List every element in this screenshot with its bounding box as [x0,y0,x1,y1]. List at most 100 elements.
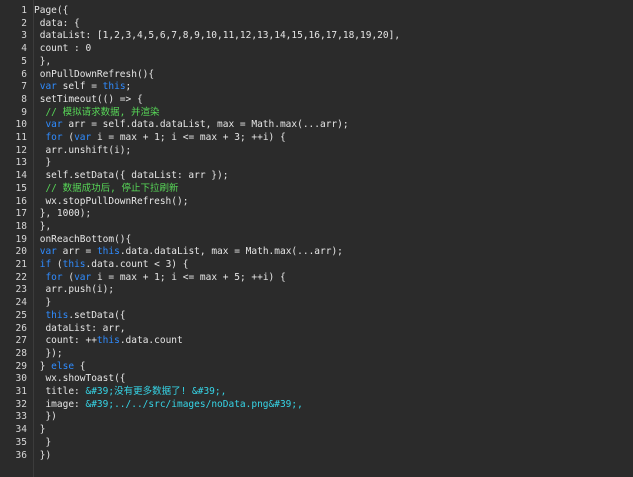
line-number: 34 [15,424,27,436]
code-line[interactable]: onReachBottom(){ [34,234,633,247]
code-token: }) [34,411,57,423]
code-line[interactable]: count : 0 [34,43,633,56]
comment-token: // 模拟请求数据, 并渲染 [34,106,160,118]
code-line[interactable]: } [34,157,633,170]
code-line[interactable]: if (this.data.count < 3) { [34,259,633,272]
code-line[interactable]: // 数据成功后, 停止下拉刷新 [34,183,633,196]
line-number: 5 [21,55,27,67]
code-line[interactable]: // 模拟请求数据, 并渲染 [34,107,633,120]
code-token: self.setData({ dataList: arr }); [34,170,229,182]
line-number: 14 [15,170,27,182]
code-token: ( [51,259,63,270]
code-token: count : 0 [34,43,92,55]
line-number: 7 [21,81,27,93]
line-number: 29 [15,360,27,372]
line-number: 31 [15,386,27,397]
code-token: onPullDownRefresh(){ [34,68,155,80]
code-line[interactable]: self.setData({ dataList: arr }); [34,170,633,183]
code-line[interactable]: wx.stopPullDownRefresh(); [34,196,633,209]
code-line[interactable]: } [34,424,633,437]
code-line[interactable]: var arr = self.data.dataList, max = Math… [34,119,633,132]
code-line[interactable]: arr.push(i); [34,284,633,297]
line-number: 2 [21,17,27,29]
line-number: 28 [15,347,27,359]
code-token: .data.dataList, max = Math.max(...arr); [119,246,343,258]
code-token: ( [62,271,75,283]
line-number: 15 [15,182,27,194]
code-line[interactable]: dataList: [1,2,3,4,5,6,7,8,9,10,11,12,13… [34,30,633,43]
code-token: count: ++ [34,335,97,347]
code-line[interactable]: setTimeout(() => { [34,94,633,107]
code-token: arr.push(i); [34,284,115,296]
code-token: } [34,436,52,448]
line-number: 8 [21,93,27,105]
line-number: 33 [15,411,27,423]
code-token: .setData({ [68,309,126,321]
code-line[interactable]: }, 1000); [34,208,633,221]
code-area[interactable]: Page({ data: { dataList: [1,2,3,4,5,6,7,… [34,0,633,477]
code-token: }, [34,220,52,232]
code-line[interactable]: image: &#39;../../src/images/noData.png&… [34,399,633,412]
code-line[interactable]: }); [34,348,633,361]
line-number: 27 [15,335,27,347]
keyword-token: this [34,309,69,321]
code-token: image: [34,398,86,410]
comment-token: // 数据成功后, 停止下拉刷新 [34,182,179,194]
code-line[interactable]: onPullDownRefresh(){ [34,69,633,82]
code-line[interactable]: count: ++this.data.count [34,335,633,348]
line-number: 30 [15,373,27,385]
code-line[interactable]: Page({ [34,5,633,18]
code-line[interactable]: data: { [34,18,633,31]
code-line[interactable]: for (var i = max + 1; i <= max + 3; ++i)… [34,132,633,145]
code-line[interactable]: } [34,297,633,310]
code-token: arr = [56,246,97,258]
keyword-token: else [51,360,75,372]
line-number: 11 [15,132,27,143]
code-token: } [34,157,52,169]
keyword-token: var [34,119,63,131]
code-line[interactable]: arr.unshift(i); [34,145,633,158]
keyword-token: if [34,259,52,270]
code-token: arr.unshift(i); [34,144,132,156]
code-line[interactable]: dataList: arr, [34,323,633,336]
line-number: 20 [15,246,27,258]
keyword-token: var [74,271,92,283]
code-token: .data.count < 3) { [85,259,189,270]
line-number: 21 [15,259,27,270]
code-line[interactable]: }) [34,411,633,424]
code-line[interactable]: for (var i = max + 1; i <= max + 5; ++i)… [34,272,633,285]
code-token: dataList: [1,2,3,4,5,6,7,8,9,10,11,12,13… [34,30,401,42]
code-token: i = max + 1; i <= max + 3; ++i) { [91,132,286,143]
line-number: 25 [15,309,27,321]
code-token: .data.count [119,335,183,347]
keyword-token: for [34,132,63,143]
line-number: 9 [21,106,27,118]
code-line[interactable]: }, [34,221,633,234]
line-number: 35 [15,436,27,448]
line-number: 17 [15,208,27,220]
line-number: 4 [21,43,27,55]
line-number: 26 [15,322,27,334]
code-token: Page({ [34,5,69,16]
code-line[interactable]: } [34,437,633,450]
code-token: setTimeout(() => { [34,93,143,105]
code-token: onReachBottom(){ [34,233,132,245]
keyword-token: var [34,246,57,258]
code-token: title: [34,386,86,397]
code-line[interactable]: this.setData({ [34,310,633,323]
code-line[interactable]: title: &#39;没有更多数据了! &#39;, [34,386,633,399]
line-number: 19 [15,233,27,245]
line-number: 12 [15,144,27,156]
code-editor[interactable]: 1 2 3 4 5 6 7 8 9 10 11 12 13 14 15 16 17 18 19 20 21 22 23 24 2… [0,0,633,477]
code-token: { [74,360,86,372]
code-token: dataList: arr, [34,322,126,334]
code-line[interactable]: wx.showToast({ [34,373,633,386]
code-line[interactable]: var self = this; [34,81,633,94]
code-line[interactable]: } else { [34,361,633,374]
code-line[interactable]: var arr = this.data.dataList, max = Math… [34,246,633,259]
code-token: ; [125,81,132,93]
line-number: 13 [15,157,27,169]
code-line[interactable]: }) [34,450,633,463]
code-token: wx.showToast({ [34,373,126,385]
code-line[interactable]: }, [34,56,633,69]
